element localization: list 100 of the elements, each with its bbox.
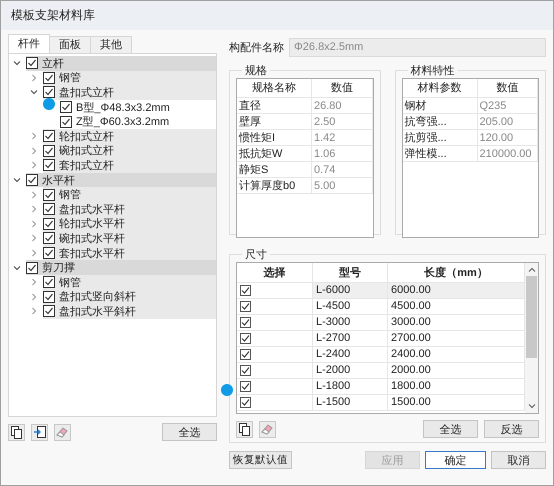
checkbox[interactable]	[43, 144, 55, 157]
table-cell: 6000.00	[388, 283, 525, 298]
table-row[interactable]: L-6000 6000.00	[237, 283, 525, 299]
tree-item[interactable]: 钢管	[43, 274, 216, 290]
checkbox[interactable]	[43, 72, 55, 84]
table-cell: 0.74	[312, 162, 372, 178]
table-cell: 壁厚	[237, 114, 312, 130]
tree-label: 套扣式立杆	[59, 158, 114, 173]
select-all-button[interactable]: 全选	[162, 423, 217, 441]
tree-item[interactable]: 水平杆	[26, 172, 216, 188]
import-button[interactable]	[31, 424, 48, 440]
column-header: 材料参数	[402, 79, 478, 98]
checkbox[interactable]	[240, 365, 251, 376]
expander-icon[interactable]	[13, 59, 21, 68]
checkbox[interactable]	[240, 397, 251, 408]
tree-item[interactable]: 钢管	[43, 187, 216, 202]
checkbox[interactable]	[43, 86, 55, 98]
table-row[interactable]: L-2400 2400.00	[237, 347, 525, 363]
expander-icon[interactable]	[13, 264, 21, 272]
table-cell: 静矩S	[237, 162, 312, 178]
tree-item[interactable]: 盘扣式水平斜杆	[43, 304, 216, 319]
tree-item[interactable]: 钢管	[43, 70, 216, 86]
table-cell: 惯性矩I	[237, 130, 312, 146]
scroll-down-icon[interactable]	[528, 403, 536, 409]
copy-button[interactable]	[236, 420, 253, 438]
tab[interactable]: 杆件	[8, 34, 50, 53]
tree-label: 盘扣式水平杆	[59, 202, 125, 217]
checkbox[interactable]	[43, 188, 55, 201]
checkbox[interactable]	[43, 305, 55, 318]
table-row[interactable]: L-3000 3000.00	[237, 315, 525, 331]
table-row[interactable]: L-2000 2000.00	[237, 363, 525, 379]
table-cell: 2.50	[312, 114, 372, 130]
checkbox[interactable]	[43, 247, 55, 260]
table-cell: 钢材	[402, 98, 478, 114]
table-cell: 直径	[237, 98, 312, 114]
checkbox[interactable]	[26, 174, 38, 186]
column-header: 数值	[478, 79, 538, 98]
tree-item[interactable]: 盘扣式竖向斜杆	[43, 290, 216, 304]
tree-item[interactable]: 盘扣式立杆	[43, 85, 216, 100]
table-row[interactable]: L-1500 1500.00	[237, 395, 525, 411]
checkbox[interactable]	[240, 285, 251, 296]
tree-item[interactable]: 立杆	[26, 56, 216, 71]
tab[interactable]: 面板	[49, 36, 91, 53]
tree-label: B型_Φ48.3x3.2mm	[76, 100, 170, 115]
table-cell: 210000.00	[478, 146, 538, 162]
dialog-button[interactable]: 取消	[491, 451, 546, 469]
table-row[interactable]: L-1800 1800.00	[237, 379, 525, 395]
table-cell: 5.00	[312, 178, 372, 194]
checkbox[interactable]	[43, 203, 55, 216]
eraser-button[interactable]	[259, 420, 276, 438]
expander-icon[interactable]	[13, 176, 21, 184]
checkbox[interactable]	[60, 101, 72, 114]
checkbox[interactable]	[43, 276, 55, 288]
tree-item[interactable]: 轮扣式立杆	[43, 128, 216, 144]
tree-item[interactable]: 套扣式立杆	[43, 158, 216, 173]
tree-item[interactable]: 套扣式水平杆	[43, 246, 216, 260]
checkbox[interactable]	[26, 57, 38, 70]
restore-defaults-button[interactable]: 恢复默认值	[229, 451, 292, 469]
tree-label: 轮扣式立杆	[59, 130, 114, 144]
scrollbar[interactable]	[525, 263, 538, 413]
checkbox[interactable]	[240, 301, 251, 312]
checkbox[interactable]	[43, 218, 55, 230]
table-row[interactable]: L-4500 4500.00	[237, 299, 525, 315]
table-cell: 1.42	[312, 130, 372, 146]
tree-label: 剪刀撑	[42, 260, 75, 276]
scroll-up-icon[interactable]	[528, 267, 536, 273]
tree-item[interactable]: 剪刀撑	[26, 260, 216, 275]
table-cell: L-2700	[313, 331, 388, 346]
tab[interactable]: 其他	[90, 36, 132, 53]
table-cell: 抗剪强...	[402, 130, 478, 146]
scrollbar-thumb[interactable]	[526, 276, 537, 358]
table-cell: 120.00	[478, 130, 538, 146]
tree-item[interactable]: 碗扣式水平杆	[43, 231, 216, 246]
checkbox[interactable]	[26, 262, 38, 274]
table-cell: L-2400	[313, 347, 388, 362]
checkbox[interactable]	[240, 333, 251, 344]
checkbox[interactable]	[240, 317, 251, 328]
checkbox[interactable]	[43, 159, 55, 172]
checkbox[interactable]	[43, 130, 55, 142]
checkbox[interactable]	[60, 116, 72, 128]
checkbox[interactable]	[43, 290, 55, 303]
table-button[interactable]: 全选	[423, 420, 478, 438]
table-row[interactable]: L-2700 2700.00	[237, 331, 525, 347]
tree-label: 盘扣式水平斜杆	[59, 304, 136, 319]
tree-label: Z型_Φ60.3x3.2mm	[76, 115, 170, 130]
checkbox[interactable]	[43, 232, 55, 244]
dialog-button[interactable]: 确定	[425, 451, 486, 469]
tree-item[interactable]: 轮扣式水平杆	[43, 216, 216, 232]
tree-label: 套扣式水平杆	[59, 246, 125, 261]
copy-button[interactable]	[8, 424, 25, 440]
checkbox[interactable]	[240, 349, 251, 360]
marker-dot	[221, 384, 233, 396]
expander-icon[interactable]	[30, 88, 38, 96]
tree-item[interactable]: 碗扣式立杆	[43, 144, 216, 158]
tree-label: 水平杆	[42, 174, 75, 188]
checkbox[interactable]	[240, 381, 251, 392]
tree-item[interactable]: 盘扣式水平杆	[43, 202, 216, 217]
table-button[interactable]: 反选	[484, 420, 539, 438]
group-title: 材料特性	[410, 64, 456, 78]
eraser-button[interactable]	[54, 424, 71, 440]
